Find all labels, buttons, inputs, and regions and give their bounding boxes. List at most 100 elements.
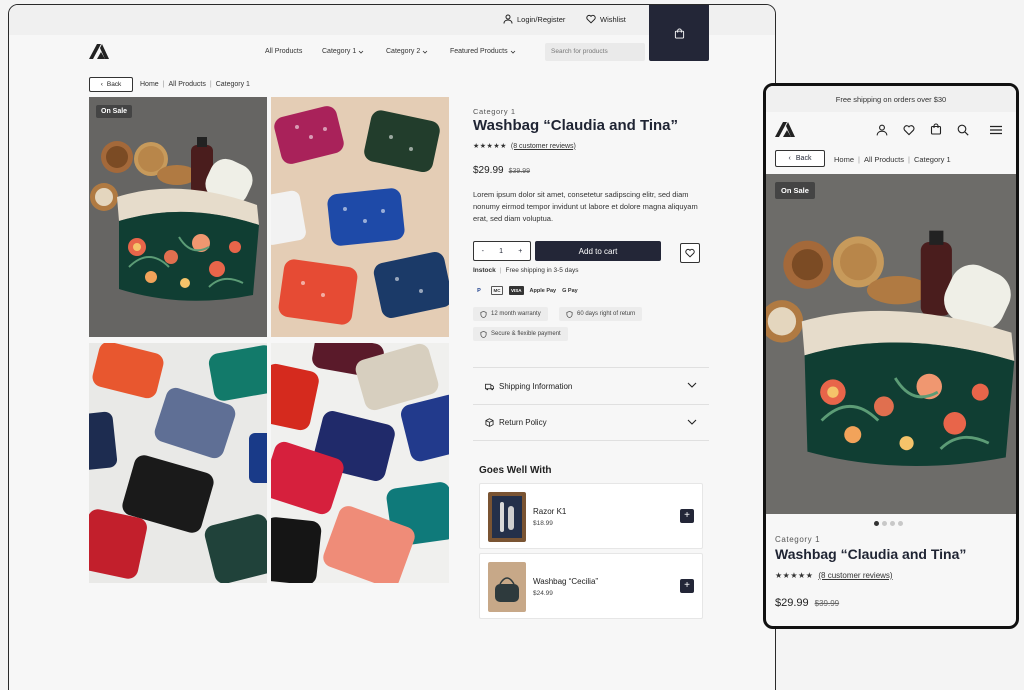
star-rating-icon: ★★★★★ bbox=[473, 143, 507, 150]
reviews-link[interactable]: (8 customer reviews) bbox=[511, 143, 576, 150]
product-rating: ★★★★★ (8 customer reviews) bbox=[775, 571, 893, 580]
product-photo bbox=[271, 343, 449, 583]
heart-icon[interactable] bbox=[903, 124, 915, 136]
add-related-button[interactable]: + bbox=[680, 509, 694, 523]
related-product-card[interactable]: Razor K1 $18.99 + bbox=[479, 483, 703, 549]
mobile-frame: Free shipping on orders over $30 ‹ Back H… bbox=[763, 83, 1019, 629]
breadcrumb: Home | All Products | Category 1 bbox=[140, 81, 250, 88]
current-price: $29.99 bbox=[473, 165, 504, 176]
box-icon bbox=[485, 418, 494, 427]
breadcrumb-all-products[interactable]: All Products bbox=[864, 155, 904, 164]
product-image-2[interactable] bbox=[271, 97, 449, 337]
user-icon bbox=[503, 14, 513, 24]
breadcrumb-category[interactable]: Category 1 bbox=[216, 81, 250, 88]
nav-category-2[interactable]: Category 2 bbox=[386, 48, 428, 55]
related-product-price: $24.99 bbox=[533, 590, 553, 597]
razor-thumbnail bbox=[488, 492, 526, 542]
product-price: $29.99 $39.99 bbox=[473, 165, 530, 176]
product-image-4[interactable] bbox=[271, 343, 449, 583]
qty-minus-button[interactable]: - bbox=[482, 248, 484, 255]
desktop-frame: Login/Register Wishlist All Products Cat… bbox=[8, 4, 776, 690]
shipping-banner: Free shipping on orders over $30 bbox=[766, 86, 1016, 112]
product-image-1[interactable]: On Sale bbox=[89, 97, 267, 337]
product-image-3[interactable] bbox=[89, 343, 267, 583]
shield-icon bbox=[480, 330, 487, 338]
nav-category-1[interactable]: Category 1 bbox=[322, 48, 364, 55]
nav-featured-products[interactable]: Featured Products bbox=[450, 48, 516, 55]
chevron-down-icon bbox=[510, 50, 515, 54]
chevron-left-icon: ‹ bbox=[788, 155, 791, 162]
breadcrumb-separator: | bbox=[908, 155, 910, 164]
back-button[interactable]: ‹ Back bbox=[89, 77, 133, 92]
shield-icon bbox=[480, 310, 487, 318]
payment-methods: P MC VISA Apple Pay G Pay bbox=[473, 286, 578, 295]
product-carousel[interactable]: On Sale bbox=[766, 174, 1016, 514]
breadcrumb-home[interactable]: Home bbox=[140, 81, 159, 88]
product-photo bbox=[271, 97, 449, 337]
apple-pay-icon: Apple Pay bbox=[529, 287, 557, 294]
back-button[interactable]: ‹ Back bbox=[775, 150, 825, 167]
related-product-name[interactable]: Washbag “Cecilia” bbox=[533, 577, 598, 586]
carousel-indicator bbox=[874, 521, 903, 526]
reviews-link[interactable]: (8 customer reviews) bbox=[818, 571, 892, 580]
product-photo bbox=[89, 97, 267, 337]
chevron-down-icon bbox=[422, 50, 428, 54]
breadcrumb-category[interactable]: Category 1 bbox=[914, 155, 951, 164]
paypal-icon: P bbox=[477, 287, 481, 294]
search-input[interactable]: Search for products bbox=[545, 43, 645, 61]
breadcrumb-home[interactable]: Home bbox=[834, 155, 854, 164]
related-product-name[interactable]: Razor K1 bbox=[533, 507, 566, 516]
accordion-return-policy[interactable]: Return Policy bbox=[473, 404, 709, 441]
washbag-thumbnail bbox=[488, 562, 526, 612]
product-category[interactable]: Category 1 bbox=[775, 535, 820, 544]
current-price: $29.99 bbox=[775, 597, 809, 609]
cart-button[interactable] bbox=[649, 5, 709, 61]
add-related-button[interactable]: + bbox=[680, 579, 694, 593]
add-to-cart-button[interactable]: Add to cart bbox=[535, 241, 661, 261]
carousel-dot[interactable] bbox=[898, 521, 903, 526]
brand-logo[interactable] bbox=[89, 44, 109, 59]
heart-icon bbox=[685, 248, 695, 258]
add-to-wishlist-button[interactable] bbox=[680, 243, 700, 263]
shield-icon bbox=[566, 310, 573, 318]
product-photo bbox=[89, 343, 267, 583]
carousel-dot[interactable] bbox=[882, 521, 887, 526]
breadcrumb-all-products[interactable]: All Products bbox=[169, 81, 206, 88]
menu-icon[interactable] bbox=[990, 124, 1002, 136]
related-product-card[interactable]: Washbag “Cecilia” $24.99 + bbox=[479, 553, 703, 619]
user-icon[interactable] bbox=[876, 124, 888, 136]
quantity-stepper: - 1 + bbox=[473, 241, 531, 261]
accordion-shipping[interactable]: Shipping Information bbox=[473, 367, 709, 404]
product-category[interactable]: Category 1 bbox=[473, 107, 516, 116]
related-product-price: $18.99 bbox=[533, 520, 553, 527]
bag-icon bbox=[674, 27, 684, 39]
qty-plus-button[interactable]: + bbox=[518, 248, 522, 255]
product-photo bbox=[766, 174, 1016, 514]
carousel-dot[interactable] bbox=[890, 521, 895, 526]
carousel-dot[interactable] bbox=[874, 521, 879, 526]
return-chip: 60 days right of return bbox=[559, 307, 643, 321]
wishlist-link[interactable]: Wishlist bbox=[586, 14, 626, 24]
old-price: $39.99 bbox=[814, 599, 840, 608]
login-link[interactable]: Login/Register bbox=[503, 14, 565, 24]
on-sale-badge: On Sale bbox=[775, 182, 815, 199]
google-pay-icon: G Pay bbox=[562, 287, 578, 294]
search-icon[interactable] bbox=[957, 124, 969, 136]
product-description: Lorem ipsum dolor sit amet, consetetur s… bbox=[473, 190, 698, 223]
breadcrumb: Home | All Products | Category 1 bbox=[834, 155, 951, 164]
brand-logo[interactable] bbox=[775, 122, 795, 137]
breadcrumb-separator: | bbox=[209, 81, 212, 88]
product-title: Washbag “Claudia and Tina” bbox=[775, 546, 967, 562]
qty-value[interactable]: 1 bbox=[499, 248, 503, 255]
payment-chip: Secure & flexible payment bbox=[473, 327, 568, 341]
old-price: $39.99 bbox=[508, 168, 531, 175]
chevron-left-icon: ‹ bbox=[100, 81, 103, 88]
truck-icon bbox=[485, 383, 494, 390]
bag-icon[interactable] bbox=[930, 123, 942, 135]
goes-well-with-title: Goes Well With bbox=[479, 465, 552, 476]
nav-all-products[interactable]: All Products bbox=[265, 48, 302, 55]
product-rating: ★★★★★ (8 customer reviews) bbox=[473, 142, 576, 151]
on-sale-badge: On Sale bbox=[96, 105, 133, 118]
star-rating-icon: ★★★★★ bbox=[775, 571, 814, 580]
mastercard-icon: MC bbox=[491, 286, 503, 295]
